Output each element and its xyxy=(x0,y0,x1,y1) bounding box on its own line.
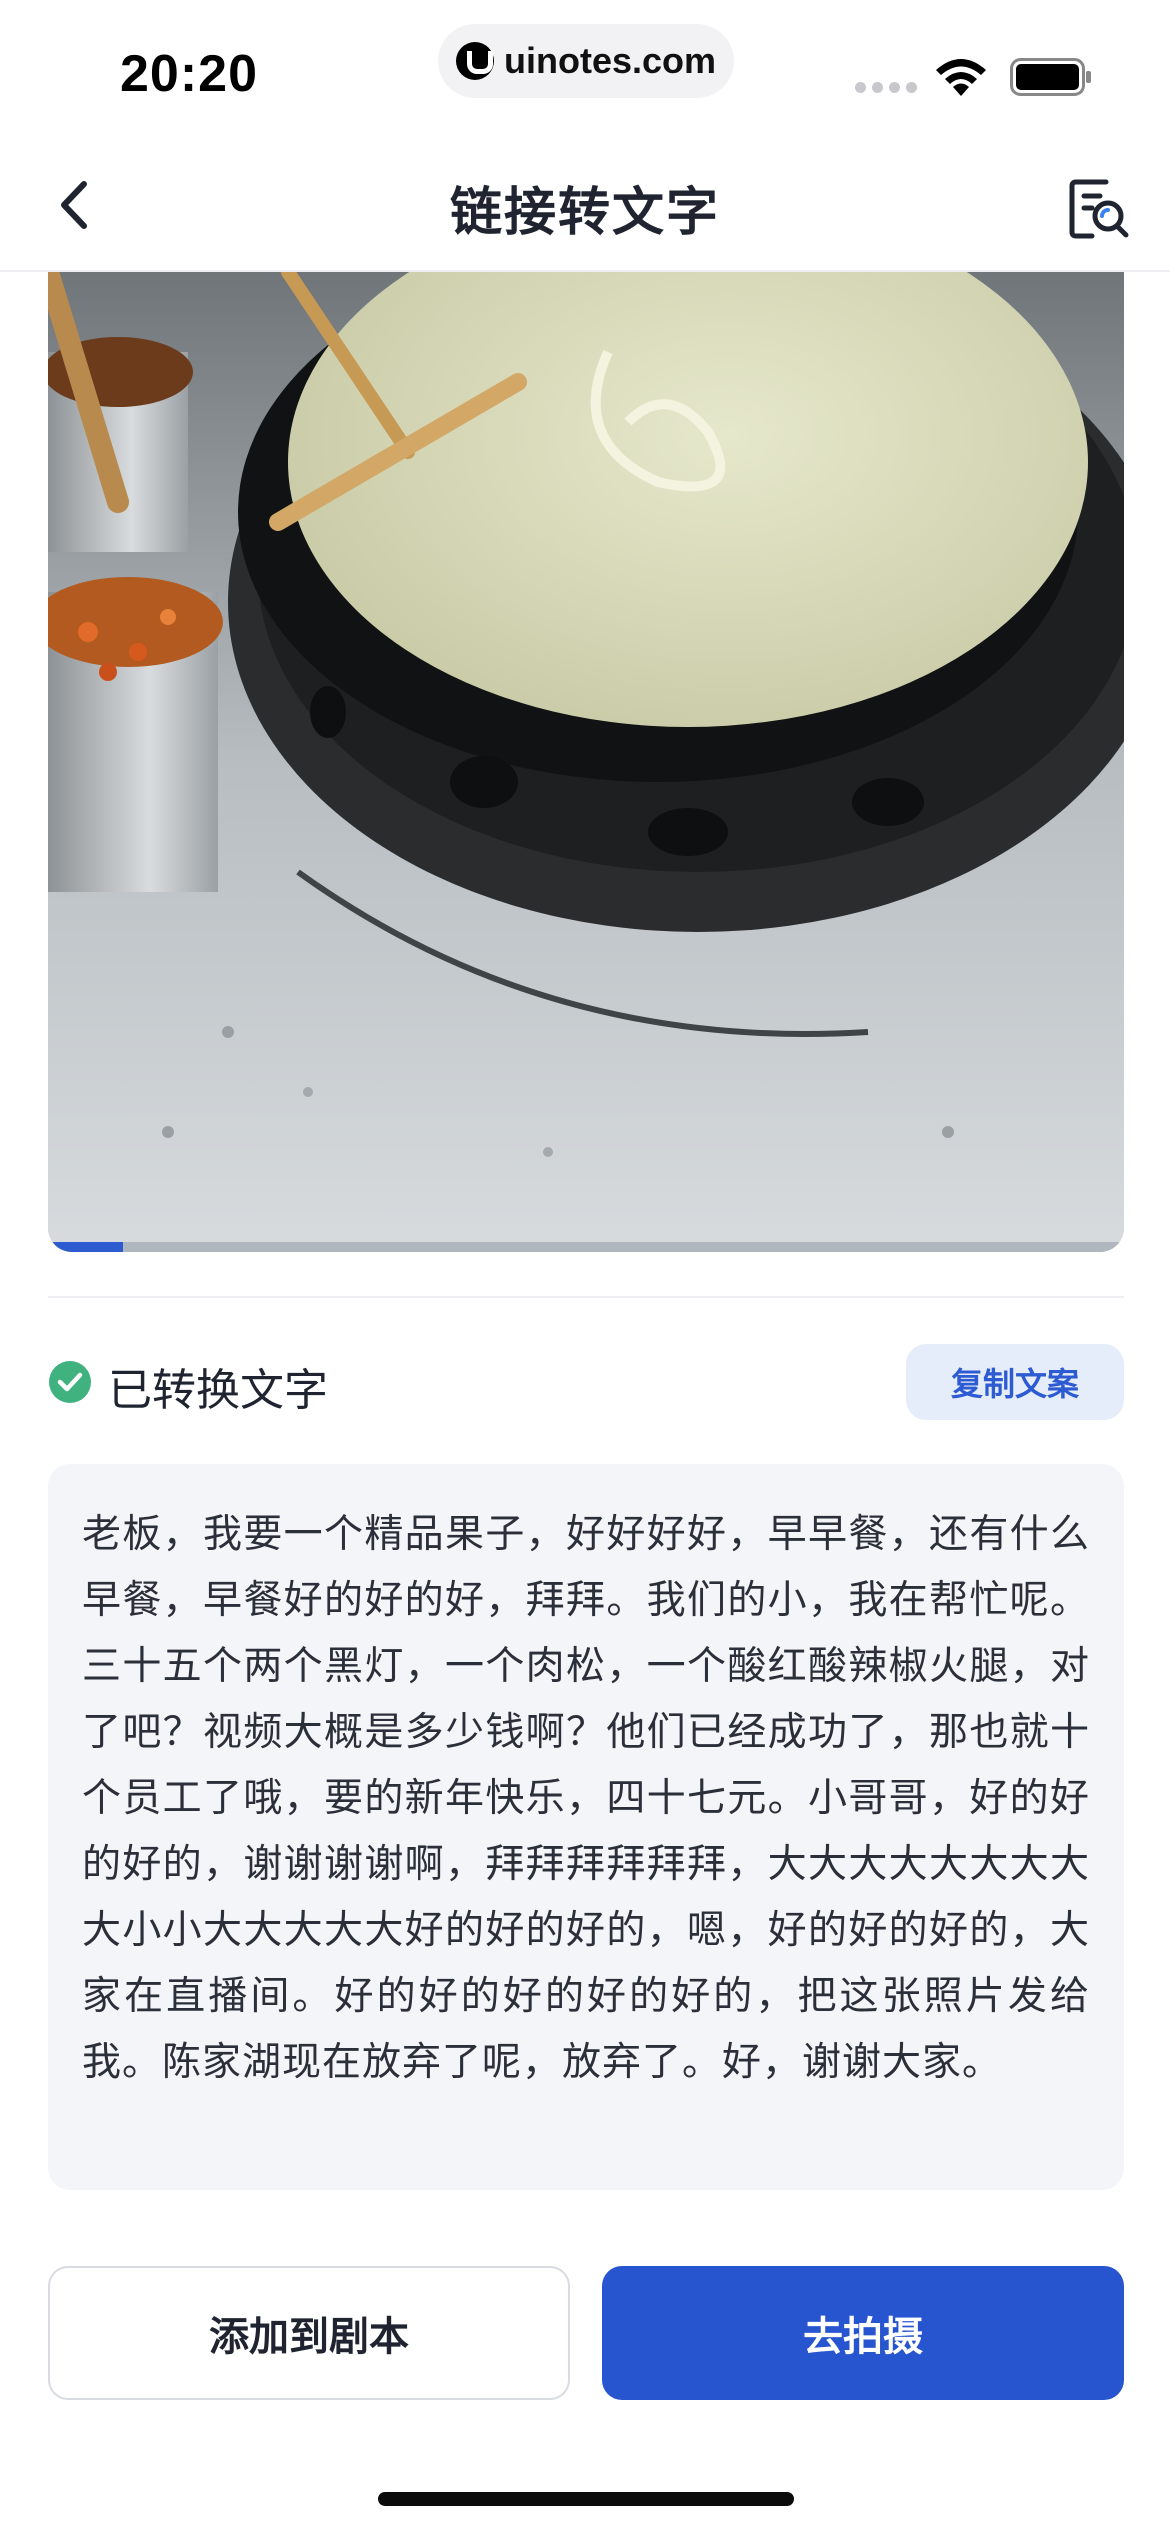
home-indicator xyxy=(378,2492,794,2506)
check-circle-icon xyxy=(49,1361,91,1403)
battery-icon xyxy=(1010,58,1091,96)
go-shoot-button[interactable]: 去拍摄 xyxy=(602,2266,1124,2400)
screen: 20:20 uinotes.com 链接转文字 已转换文字 复制文案 老板，我要… xyxy=(0,0,1170,2532)
video-progress-track[interactable] xyxy=(48,1242,1124,1252)
copy-text-button[interactable]: 复制文案 xyxy=(906,1344,1124,1420)
video-player[interactable] xyxy=(48,272,1124,1252)
cellular-signal-icon xyxy=(855,82,917,93)
status-time: 20:20 xyxy=(120,45,258,103)
page-title: 链接转文字 xyxy=(449,183,720,243)
transcript-text: 老板，我要一个精品果子，好好好好，早早餐，还有什么早餐，早餐好的好的好，拜拜。我… xyxy=(82,1512,1090,2085)
url-text: uinotes.com xyxy=(503,40,717,81)
add-to-script-button[interactable]: 添加到剧本 xyxy=(48,2266,570,2400)
video-frame-image xyxy=(48,272,1124,1252)
status-bar: 20:20 uinotes.com xyxy=(0,0,1170,140)
transcript-box: 老板，我要一个精品果子，好好好好，早早餐，还有什么早餐，早餐好的好的好，拜拜。我… xyxy=(48,1464,1124,2190)
converted-status-label: 已转换文字 xyxy=(108,1365,328,1416)
wifi-icon xyxy=(936,59,986,96)
search-document-icon[interactable] xyxy=(1066,176,1132,242)
site-logo-icon xyxy=(455,42,494,80)
divider xyxy=(48,1296,1124,1298)
url-pill[interactable]: uinotes.com xyxy=(438,24,734,98)
video-progress-fill xyxy=(48,1242,124,1252)
nav-bar: 链接转文字 xyxy=(0,140,1170,272)
